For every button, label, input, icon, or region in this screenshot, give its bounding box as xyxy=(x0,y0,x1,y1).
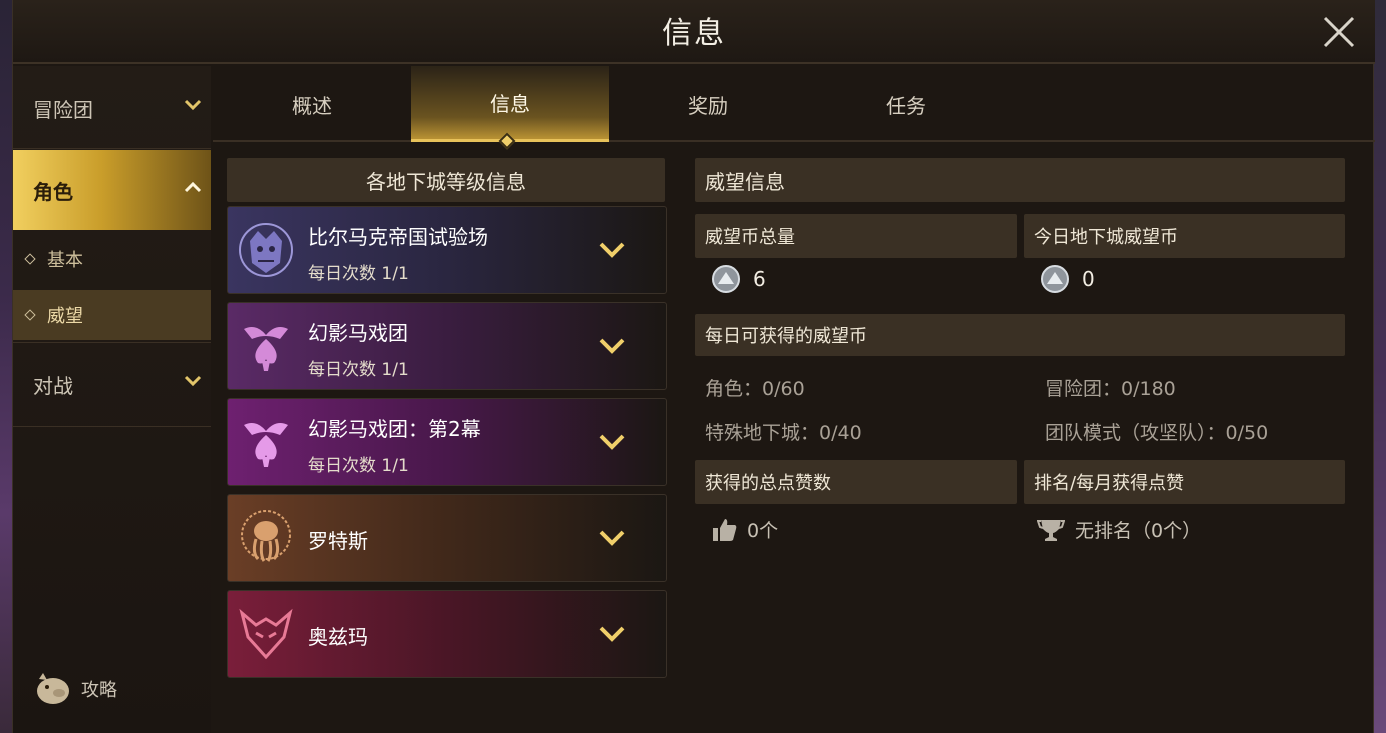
chevron-down-icon xyxy=(184,375,202,387)
stat-character: 角色：0/60 xyxy=(705,378,805,400)
guide-button[interactable]: 攻略 xyxy=(33,671,117,707)
chevron-down-icon xyxy=(599,242,625,258)
chevron-down-icon xyxy=(599,626,625,642)
guide-label: 攻略 xyxy=(81,680,117,701)
tab-rewards[interactable]: 奖励 xyxy=(609,66,807,142)
total-likes-header: 获得的总点赞数 xyxy=(695,460,1017,504)
sidebar-item-label: 冒险团 xyxy=(33,97,93,122)
guide-pig-icon xyxy=(37,673,69,704)
dungeon-item-ozma[interactable]: 奥兹玛 xyxy=(227,590,667,678)
dungeon-name: 幻影马戏团 xyxy=(308,321,408,345)
stat-adventure-team: 冒险团：0/180 xyxy=(1045,378,1176,400)
prestige-total-row: 6 xyxy=(711,264,766,294)
divider xyxy=(13,148,211,149)
dungeon-list-header: 各地下城等级信息 xyxy=(227,158,665,202)
dungeon-name: 比尔马克帝国试验场 xyxy=(308,225,488,249)
chevron-down-icon xyxy=(599,338,625,354)
tentacle-emblem-icon xyxy=(241,510,291,562)
tab-label: 任务 xyxy=(886,93,926,118)
prestige-total-header: 威望币总量 xyxy=(695,214,1017,258)
trophy-icon xyxy=(1037,519,1065,541)
tab-quests[interactable]: 任务 xyxy=(807,66,1005,142)
sidebar-item-label: 对战 xyxy=(33,373,73,398)
rank-row: 无排名（0个） xyxy=(1037,516,1201,543)
prestige-today-value: 0 xyxy=(1082,267,1095,291)
sidebar: 冒险团 角色 基本 威望 对战 攻略 xyxy=(13,66,211,733)
prestige-today-row: 0 xyxy=(1040,264,1095,294)
tab-info[interactable]: 信息 xyxy=(411,66,609,150)
rank-header: 排名/每月获得点赞 xyxy=(1024,460,1345,504)
stat-special-dungeon: 特殊地下城：0/40 xyxy=(705,422,862,444)
sidebar-sub-label: 基本 xyxy=(47,250,83,271)
sidebar-item-battle[interactable]: 对战 xyxy=(13,344,211,424)
dungeon-daily-count: 每日次数 1/1 xyxy=(308,360,409,380)
chevron-down-icon xyxy=(599,434,625,450)
close-icon[interactable] xyxy=(1319,12,1359,52)
sidebar-item-adventure-team[interactable]: 冒险团 xyxy=(13,68,211,148)
likes-row: 0个 xyxy=(711,516,778,543)
dungeon-item-phantom-circus-act2[interactable]: 幻影马戏团：第2幕 每日次数 1/1 xyxy=(227,398,667,486)
prestige-total-value: 6 xyxy=(753,267,766,291)
dungeon-item-bilmark[interactable]: 比尔马克帝国试验场 每日次数 1/1 xyxy=(227,206,667,294)
prestige-coin-icon xyxy=(712,265,740,293)
background-right xyxy=(1374,0,1386,733)
tab-overview[interactable]: 概述 xyxy=(213,66,411,142)
dungeon-name: 幻影马戏团：第2幕 xyxy=(308,417,481,441)
chevron-up-icon xyxy=(184,181,202,193)
sidebar-item-character[interactable]: 角色 xyxy=(13,150,211,230)
tab-label: 信息 xyxy=(490,92,530,116)
daily-prestige-header: 每日可获得的威望币 xyxy=(695,314,1345,356)
prestige-coin-icon xyxy=(1041,265,1069,293)
thumbs-up-icon xyxy=(713,518,737,541)
likes-value: 0个 xyxy=(747,520,779,542)
dungeon-daily-count: 每日次数 1/1 xyxy=(308,456,409,476)
dungeon-item-rotes[interactable]: 罗特斯 xyxy=(227,494,667,582)
sidebar-sub-basic[interactable]: 基本 xyxy=(13,234,211,284)
jester-spade-icon xyxy=(244,423,288,467)
dungeon-daily-count: 每日次数 1/1 xyxy=(308,264,409,284)
tab-label: 奖励 xyxy=(688,93,728,118)
dungeon-item-phantom-circus[interactable]: 幻影马戏团 每日次数 1/1 xyxy=(227,302,667,390)
prestige-today-header: 今日地下城威望币 xyxy=(1024,214,1345,258)
stat-raid-mode: 团队模式（攻坚队）：0/50 xyxy=(1045,422,1269,444)
dungeon-name: 奥兹玛 xyxy=(308,625,368,649)
tab-label: 概述 xyxy=(292,93,332,118)
sidebar-item-label: 角色 xyxy=(33,179,73,204)
chevron-down-icon xyxy=(184,99,202,111)
sidebar-sub-prestige[interactable]: 威望 xyxy=(13,290,211,340)
tab-bar: 概述 信息 奖励 任务 xyxy=(213,66,1375,150)
divider xyxy=(13,342,211,343)
window-title: 信息 xyxy=(662,16,726,51)
horned-mask-icon xyxy=(239,608,293,660)
active-indicator-icon xyxy=(498,132,516,150)
bullet-icon xyxy=(24,253,36,265)
sidebar-sub-label: 威望 xyxy=(47,306,83,327)
demon-emblem-icon xyxy=(239,223,293,277)
divider xyxy=(13,426,211,427)
info-window: 信息 冒险团 角色 基本 威望 对战 攻略 概述 信息 奖励 任务 各地下城等级… xyxy=(12,0,1375,733)
bullet-icon xyxy=(24,309,36,321)
jester-spade-icon xyxy=(244,327,288,371)
dungeon-name: 罗特斯 xyxy=(308,529,368,553)
chevron-down-icon xyxy=(599,530,625,546)
title-bar: 信息 xyxy=(13,0,1375,64)
prestige-info-header: 威望信息 xyxy=(695,158,1345,202)
rank-value: 无排名（0个） xyxy=(1075,520,1202,542)
